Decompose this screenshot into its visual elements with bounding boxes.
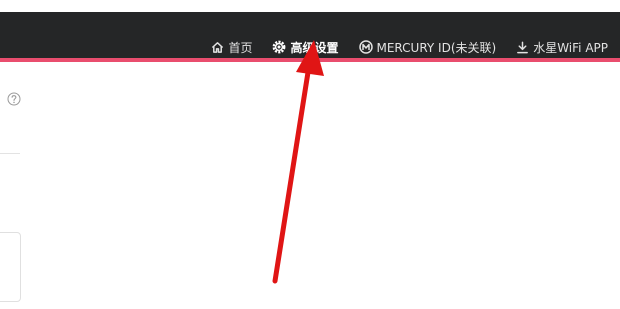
question-circle-icon[interactable] xyxy=(7,92,21,106)
download-icon xyxy=(517,41,529,53)
nav-advanced-settings[interactable]: 高级设置 xyxy=(272,39,339,56)
top-navigation-bar: 首页 高级设置 MERCURY ID(未关联) 水星WiFi APP xyxy=(0,12,620,58)
home-icon xyxy=(212,41,224,53)
header-accent-line xyxy=(0,58,620,62)
nav-wifi-app-label: 水星WiFi APP xyxy=(533,40,608,55)
nav-mercury-id[interactable]: MERCURY ID(未关联) xyxy=(358,39,497,56)
content-divider xyxy=(0,153,20,154)
top-nav: 首页 高级设置 MERCURY ID(未关联) 水星WiFi APP xyxy=(211,24,608,70)
nav-home[interactable]: 首页 xyxy=(211,39,252,56)
content-panel xyxy=(0,232,21,302)
nav-mercury-id-label: MERCURY ID(未关联) xyxy=(376,40,497,55)
mercury-logo-icon xyxy=(358,40,373,54)
nav-home-label: 首页 xyxy=(228,40,253,55)
gear-icon xyxy=(273,40,286,54)
nav-wifi-app[interactable]: 水星WiFi APP xyxy=(516,39,608,56)
nav-advanced-settings-label: 高级设置 xyxy=(290,40,339,55)
